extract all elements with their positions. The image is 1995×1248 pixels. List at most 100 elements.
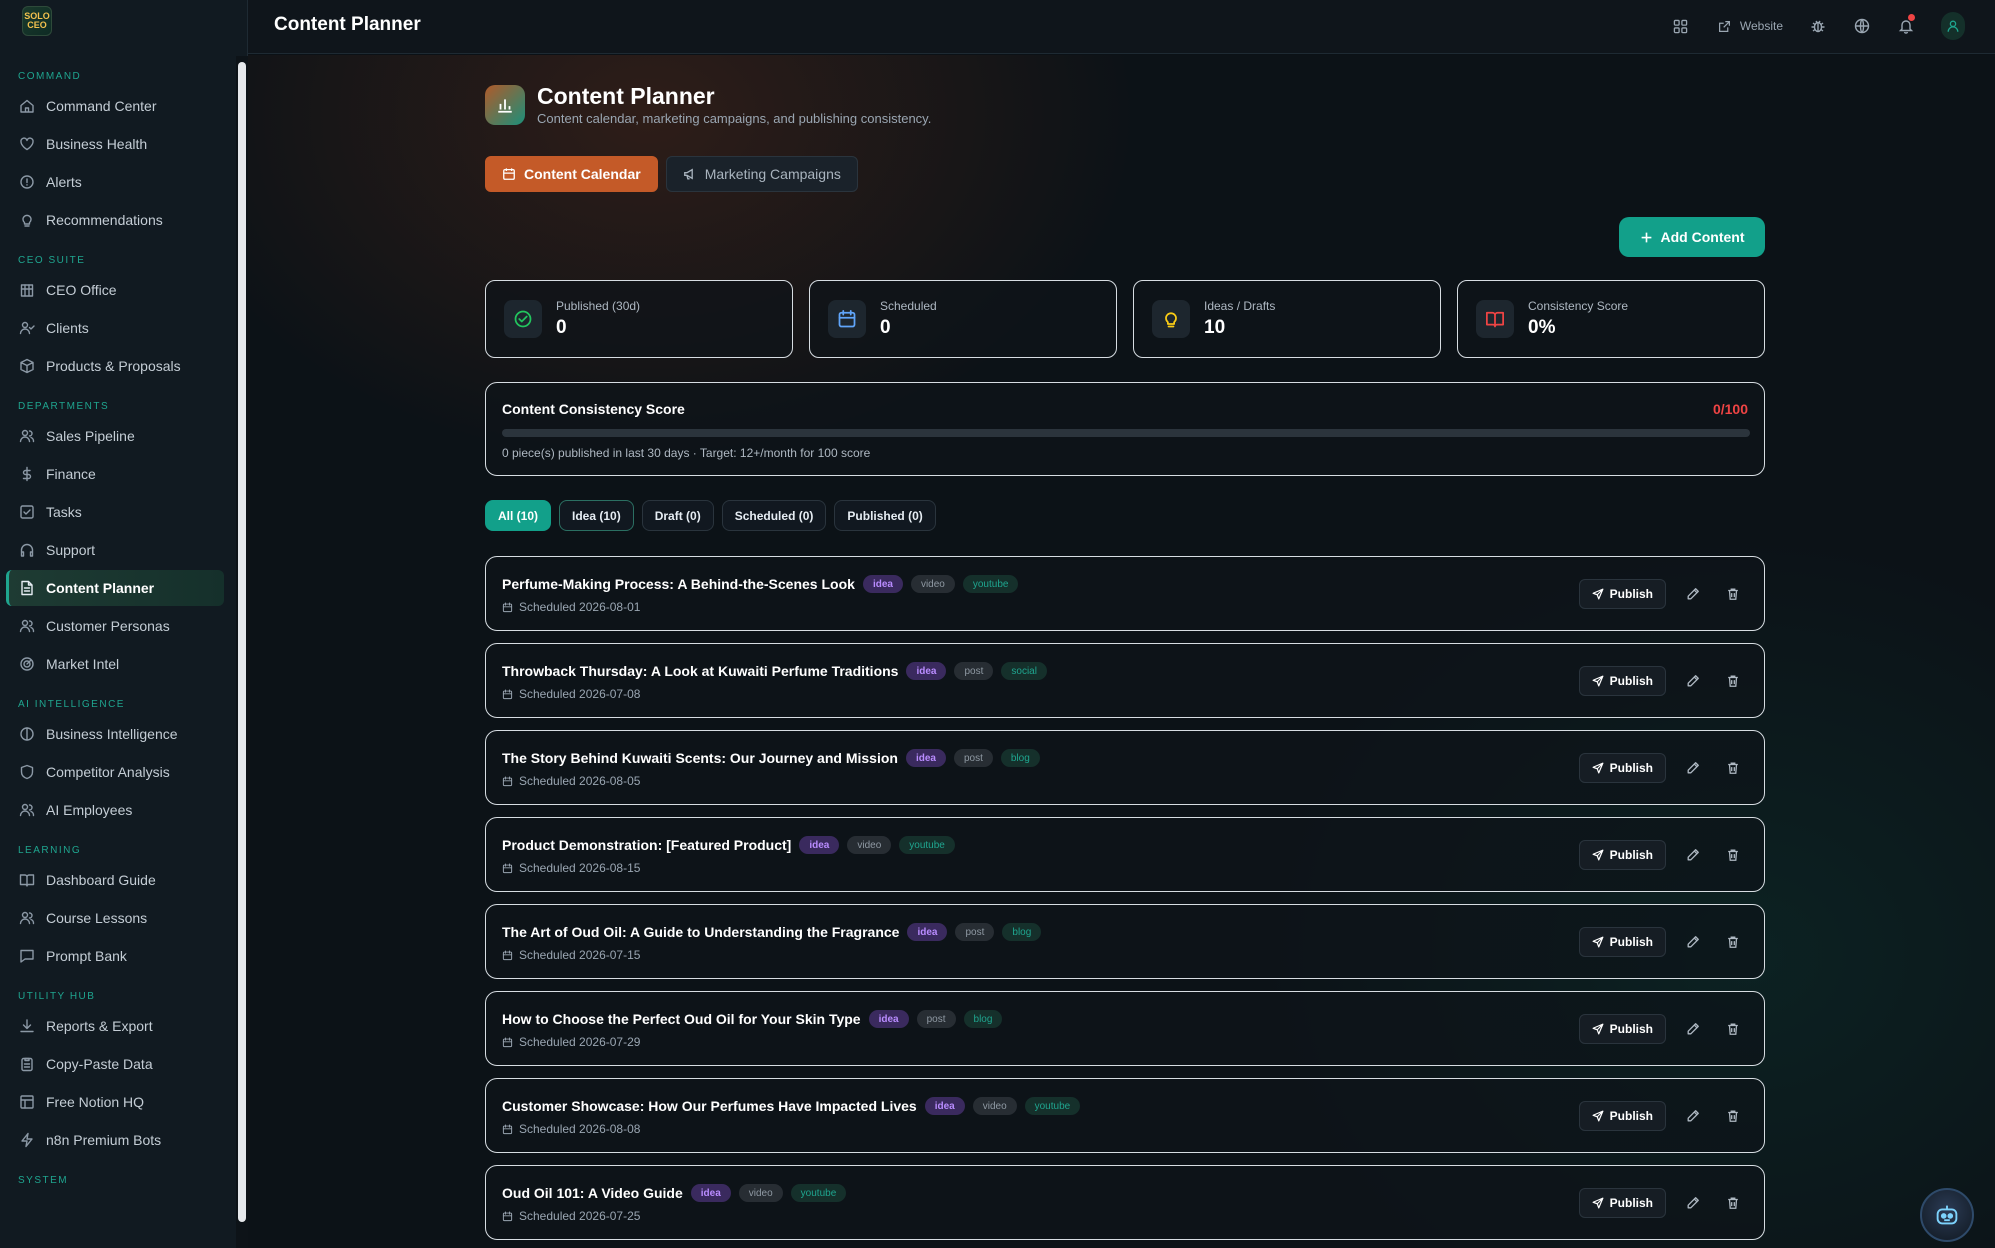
edit-button[interactable] — [1680, 668, 1706, 694]
sidebar-item-alerts[interactable]: Alerts — [6, 164, 224, 200]
sidebar-item-command-center[interactable]: Command Center — [6, 88, 224, 124]
sidebar-section-label: CEO SUITE — [18, 255, 86, 266]
app-logo[interactable]: SOLO CEO — [22, 6, 52, 36]
lightbulb-icon — [1152, 300, 1190, 338]
debug-button[interactable] — [1809, 14, 1827, 38]
content-row[interactable]: How to Choose the Perfect Oud Oil for Yo… — [485, 991, 1765, 1066]
scrollbar-thumb[interactable] — [238, 62, 246, 1222]
publish-button[interactable]: Publish — [1578, 579, 1666, 609]
grid-button[interactable] — [1672, 14, 1690, 38]
language-button[interactable] — [1853, 14, 1871, 38]
content-row[interactable]: Throwback Thursday: A Look at Kuwaiti Pe… — [485, 643, 1765, 718]
sidebar-item-label: Finance — [46, 466, 96, 482]
content-row[interactable]: Product Demonstration: [Featured Product… — [485, 817, 1765, 892]
content-row[interactable]: Oud Oil 101: A Video Guide idea video youtu… — [485, 1165, 1765, 1240]
content-row[interactable]: Customer Showcase: How Our Perfumes Have… — [485, 1078, 1765, 1153]
publish-button[interactable]: Publish — [1578, 927, 1666, 957]
sidebar-item-competitor-analysis[interactable]: Competitor Analysis — [6, 754, 224, 790]
page-title: Content Planner — [537, 83, 715, 109]
sidebar-item-copy-paste-data[interactable]: Copy-Paste Data — [6, 1046, 224, 1082]
content-row[interactable]: Perfume-Making Process: A Behind-the-Sce… — [485, 556, 1765, 631]
sidebar-item-sales-pipeline[interactable]: Sales Pipeline — [6, 418, 224, 454]
stat-value: 0 — [880, 317, 891, 338]
sidebar-item-free-notion-hq[interactable]: Free Notion HQ — [6, 1084, 224, 1120]
edit-button[interactable] — [1680, 1190, 1706, 1216]
edit-button[interactable] — [1680, 1103, 1706, 1129]
filter-chip[interactable]: Idea (10) — [559, 500, 634, 531]
delete-button[interactable] — [1720, 755, 1746, 781]
publish-button[interactable]: Publish — [1578, 1101, 1666, 1131]
tab-content-calendar[interactable]: Content Calendar — [485, 156, 658, 192]
content-title: Throwback Thursday: A Look at Kuwaiti Pe… — [502, 663, 899, 679]
sidebar-item-products-proposals[interactable]: Products & Proposals — [6, 348, 224, 384]
score-value: 0/100 — [1712, 401, 1748, 417]
notifications-button[interactable] — [1897, 14, 1915, 38]
trash-icon — [1726, 1022, 1740, 1036]
content-row[interactable]: The Art of Oud Oil: A Guide to Understan… — [485, 904, 1765, 979]
filter-chip[interactable]: All (10) — [485, 500, 552, 531]
add-content-button[interactable]: Add Content — [1619, 217, 1765, 257]
publish-label: Publish — [1609, 848, 1653, 862]
content-title-line: Customer Showcase: How Our Perfumes Have… — [502, 1097, 1081, 1115]
edit-button[interactable] — [1680, 1016, 1706, 1042]
trash-icon — [1726, 587, 1740, 601]
content-title: Oud Oil 101: A Video Guide — [502, 1185, 683, 1201]
content-row[interactable]: The Story Behind Kuwaiti Scents: Our Jou… — [485, 730, 1765, 805]
website-button[interactable]: Website — [1716, 14, 1783, 38]
sidebar-item-ceo-office[interactable]: CEO Office — [6, 272, 224, 308]
sidebar-item-finance[interactable]: Finance — [6, 456, 224, 492]
delete-button[interactable] — [1720, 581, 1746, 607]
sidebar-item-reports-export[interactable]: Reports & Export — [6, 1008, 224, 1044]
send-icon — [1592, 675, 1604, 687]
sidebar-item-business-intelligence[interactable]: Business Intelligence — [6, 716, 224, 752]
status-badge: idea — [905, 749, 946, 767]
publish-button[interactable]: Publish — [1578, 753, 1666, 783]
delete-button[interactable] — [1720, 668, 1746, 694]
edit-button[interactable] — [1680, 842, 1706, 868]
sidebar-item-recommendations[interactable]: Recommendations — [6, 202, 224, 238]
delete-button[interactable] — [1720, 842, 1746, 868]
delete-button[interactable] — [1720, 1016, 1746, 1042]
sidebar-item-market-intel[interactable]: Market Intel — [6, 646, 224, 682]
publish-button[interactable]: Publish — [1578, 666, 1666, 696]
sidebar-item-support[interactable]: Support — [6, 532, 224, 568]
sidebar-item-business-health[interactable]: Business Health — [6, 126, 224, 162]
sidebar-item-label: Products & Proposals — [46, 358, 181, 374]
publish-button[interactable]: Publish — [1578, 1014, 1666, 1044]
delete-button[interactable] — [1720, 1190, 1746, 1216]
sidebar-section-label: DEPARTMENTS — [18, 401, 110, 412]
sidebar-item-label: Copy-Paste Data — [46, 1056, 153, 1072]
sidebar-item-prompt-bank[interactable]: Prompt Bank — [6, 938, 224, 974]
sidebar-item-n8n-premium-bots[interactable]: n8n Premium Bots — [6, 1122, 224, 1158]
filter-chip[interactable]: Scheduled (0) — [721, 500, 827, 531]
filter-chip[interactable]: Draft (0) — [641, 500, 714, 531]
edit-button[interactable] — [1680, 755, 1706, 781]
ai-assistant-button[interactable] — [1920, 1188, 1974, 1242]
sidebar-scrollbar[interactable] — [236, 56, 248, 1248]
sidebar-item-content-planner[interactable]: Content Planner — [6, 570, 224, 606]
channel-badge: youtube — [790, 1184, 847, 1202]
stat-label: Ideas / Drafts — [1204, 299, 1276, 313]
sidebar-item-clients[interactable]: Clients — [6, 310, 224, 346]
trash-icon — [1726, 935, 1740, 949]
filter-chip[interactable]: Published (0) — [834, 500, 936, 531]
main-content: Content Planner Content calendar, market… — [248, 55, 1995, 1248]
clipboard-icon — [18, 1055, 36, 1073]
user-avatar-button[interactable] — [1941, 12, 1965, 40]
scheduled-date: Scheduled 2026-08-05 — [502, 774, 640, 788]
publish-button[interactable]: Publish — [1578, 840, 1666, 870]
edit-button[interactable] — [1680, 581, 1706, 607]
delete-button[interactable] — [1720, 1103, 1746, 1129]
channel-badge: youtube — [899, 836, 955, 854]
sidebar-item-tasks[interactable]: Tasks — [6, 494, 224, 530]
publish-button[interactable]: Publish — [1578, 1188, 1666, 1218]
sidebar-item-customer-personas[interactable]: Customer Personas — [6, 608, 224, 644]
type-badge: post — [955, 923, 995, 941]
sidebar-item-course-lessons[interactable]: Course Lessons — [6, 900, 224, 936]
edit-button[interactable] — [1680, 929, 1706, 955]
sidebar-item-ai-employees[interactable]: AI Employees — [6, 792, 224, 828]
sidebar-item-dashboard-guide[interactable]: Dashboard Guide — [6, 862, 224, 898]
pencil-icon — [1686, 1022, 1700, 1036]
delete-button[interactable] — [1720, 929, 1746, 955]
tab-marketing-campaigns[interactable]: Marketing Campaigns — [665, 156, 858, 192]
